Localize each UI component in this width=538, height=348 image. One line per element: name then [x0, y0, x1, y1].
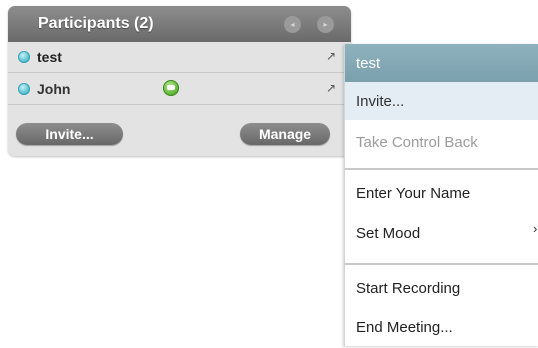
menu-item-label: Invite... — [356, 93, 405, 110]
status-dot-icon — [18, 83, 30, 95]
menu-item-set-mood[interactable]: Set Mood — [345, 215, 538, 253]
menu-item-invite[interactable]: Invite... — [345, 82, 538, 120]
menu-item-label: End Meeting... — [356, 319, 453, 336]
menu-divider — [345, 263, 538, 265]
invite-button[interactable]: Invite... — [16, 123, 123, 145]
participant-name: test — [37, 49, 62, 65]
participants-header: Participants (2) ◂ ▸ — [8, 6, 351, 42]
participant-row-john[interactable]: John ↗ — [8, 75, 351, 105]
participants-panel: Participants (2) ◂ ▸ test ↗ John ↗ Invit… — [8, 6, 351, 156]
menu-item-take-control-back[interactable]: Take Control Back — [345, 124, 538, 162]
participant-context-menu: test Invite... Take Control Back Enter Y… — [344, 44, 538, 346]
menu-item-label: Enter Your Name — [356, 185, 471, 202]
participants-title: Participants (2) — [38, 15, 154, 32]
participant-row-test[interactable]: test ↗ — [8, 43, 351, 73]
participant-name: John — [37, 81, 71, 97]
status-dot-icon — [18, 51, 30, 63]
submenu-arrow-icon: › — [533, 221, 538, 236]
menu-item-label: Start Recording — [356, 280, 461, 297]
next-page-icon[interactable]: ▸ — [317, 16, 334, 33]
previous-page-icon[interactable]: ◂ — [284, 16, 301, 33]
menu-item-end-meeting[interactable]: End Meeting... — [345, 310, 538, 348]
menu-title: test — [345, 44, 538, 82]
menu-item-enter-your-name[interactable]: Enter Your Name — [345, 176, 538, 214]
pin-icon[interactable]: ↗ — [326, 81, 336, 95]
manage-button[interactable]: Manage — [240, 123, 330, 145]
menu-item-label: Take Control Back — [356, 134, 478, 151]
menu-item-start-recording[interactable]: Start Recording — [345, 271, 538, 309]
menu-item-label: Set Mood — [356, 225, 421, 242]
pin-icon[interactable]: ↗ — [326, 49, 336, 63]
menu-title-label: test — [356, 55, 381, 72]
chat-bubble-icon[interactable] — [163, 80, 179, 96]
menu-divider — [345, 168, 538, 170]
